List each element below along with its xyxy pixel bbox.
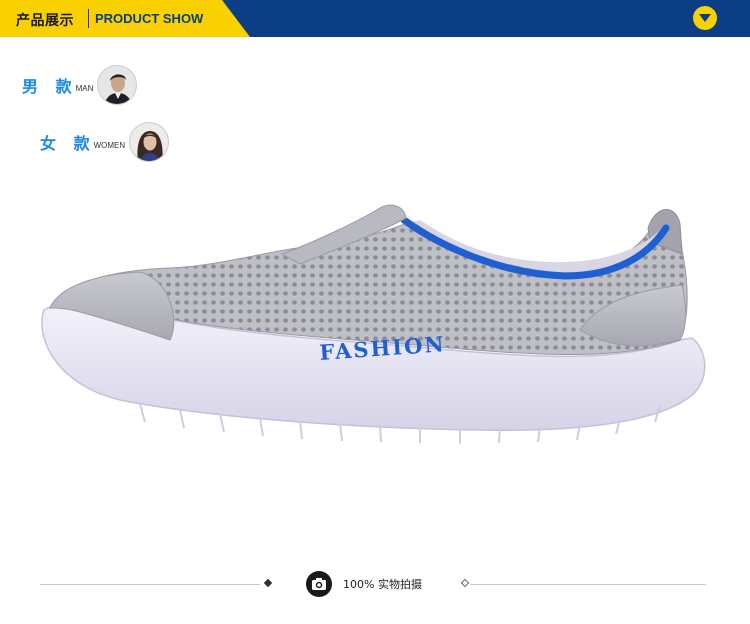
woman-avatar <box>129 122 170 162</box>
page-title-en: PRODUCT SHOW <box>95 11 204 26</box>
diamond-icon <box>263 578 273 588</box>
gender-option-man[interactable]: 男 款 MAN <box>22 65 138 105</box>
camera-badge <box>306 571 332 597</box>
page-title-cn: 产品展示 <box>16 13 74 29</box>
footer-caption: 100% 实物拍摄 <box>343 578 422 591</box>
footer-divider-left <box>40 584 260 585</box>
header-banner: 产品展示 PRODUCT SHOW <box>0 0 750 37</box>
man-avatar <box>97 65 138 105</box>
product-image: FASHION <box>20 190 730 470</box>
diamond-outline-icon <box>460 578 470 588</box>
shoe-illustration: FASHION <box>41 204 706 444</box>
camera-icon <box>312 578 326 590</box>
gender-label-en: WOMEN <box>93 140 126 150</box>
footer-divider-right <box>470 584 706 585</box>
title-divider <box>88 9 89 28</box>
gender-label-cn: 女 款 <box>40 134 96 153</box>
gender-label-en: MAN <box>75 83 94 93</box>
gender-label-cn: 男 款 <box>22 77 78 96</box>
chevron-down-icon <box>699 14 711 22</box>
gender-option-women[interactable]: 女 款 WOMEN <box>40 122 170 162</box>
dropdown-button[interactable] <box>693 6 717 30</box>
